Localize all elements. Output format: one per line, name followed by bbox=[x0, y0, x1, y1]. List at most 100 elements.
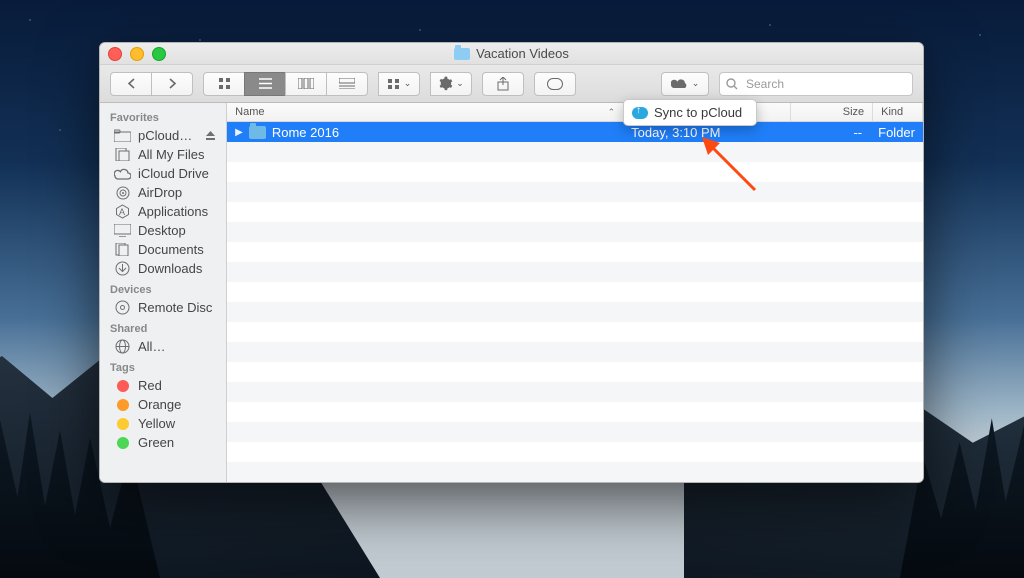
sidebar-item-favorites-5[interactable]: Desktop bbox=[100, 221, 226, 240]
icloud-icon bbox=[114, 167, 131, 181]
sidebar-heading-favorites: Favorites bbox=[100, 106, 226, 126]
search-input[interactable] bbox=[744, 76, 906, 92]
titlebar[interactable]: Vacation Videos bbox=[100, 43, 923, 65]
pcloud-button[interactable]: ⌄ bbox=[661, 72, 709, 96]
view-list[interactable] bbox=[244, 72, 286, 96]
tag-icon bbox=[114, 398, 131, 412]
sidebar-item-label: pCloud… bbox=[138, 128, 192, 143]
sidebar-item-favorites-7[interactable]: Downloads bbox=[100, 259, 226, 278]
table-row bbox=[227, 442, 923, 462]
documents-icon bbox=[114, 243, 131, 257]
sidebar-item-label: Green bbox=[138, 435, 174, 450]
desktop-icon bbox=[114, 224, 131, 238]
sidebar: Favorites pCloud… All My Files iCloud Driv… bbox=[100, 103, 227, 482]
minimize-button[interactable] bbox=[130, 47, 144, 61]
table-row bbox=[227, 422, 923, 442]
sidebar-item-label: All My Files bbox=[138, 147, 204, 162]
table-row bbox=[227, 302, 923, 322]
search-icon bbox=[726, 78, 738, 90]
window-controls bbox=[108, 47, 166, 61]
sidebar-item-favorites-3[interactable]: AirDrop bbox=[100, 183, 226, 202]
col-kind[interactable]: Kind bbox=[873, 103, 923, 121]
close-button[interactable] bbox=[108, 47, 122, 61]
sidebar-item-label: Desktop bbox=[138, 223, 186, 238]
toolbar: ⌄ ⌄ ⌄ Sync to pCloud bbox=[100, 65, 923, 103]
table-row bbox=[227, 282, 923, 302]
sidebar-item-tags-1[interactable]: Orange bbox=[100, 395, 226, 414]
table-row bbox=[227, 322, 923, 342]
sidebar-item-label: Downloads bbox=[138, 261, 202, 276]
airdrop-icon bbox=[114, 186, 131, 200]
view-switcher bbox=[203, 72, 368, 96]
pcloud-dropdown-item[interactable]: Sync to pCloud bbox=[623, 99, 757, 126]
dropdown-label: Sync to pCloud bbox=[654, 105, 742, 120]
sidebar-heading-tags: Tags bbox=[100, 356, 226, 376]
table-row bbox=[227, 462, 923, 482]
tag-icon bbox=[114, 436, 131, 450]
col-size[interactable]: Size bbox=[791, 103, 873, 121]
view-icon-grid[interactable] bbox=[203, 72, 245, 96]
sidebar-item-tags-0[interactable]: Red bbox=[100, 376, 226, 395]
tag-icon bbox=[114, 417, 131, 431]
sidebar-item-favorites-0[interactable]: pCloud… bbox=[100, 126, 226, 145]
sidebar-item-label: All… bbox=[138, 339, 165, 354]
apps-icon: A bbox=[114, 205, 131, 219]
sidebar-item-label: Remote Disc bbox=[138, 300, 212, 315]
back-button[interactable] bbox=[110, 72, 152, 96]
svg-text:A: A bbox=[119, 207, 125, 217]
table-row[interactable]: ▶Rome 2016Today, 3:10 PM--Folder bbox=[227, 122, 923, 142]
table-row bbox=[227, 202, 923, 222]
table-row bbox=[227, 262, 923, 282]
sidebar-item-shared-0[interactable]: All… bbox=[100, 337, 226, 356]
action-menu[interactable]: ⌄ bbox=[430, 72, 472, 96]
sidebar-item-favorites-6[interactable]: Documents bbox=[100, 240, 226, 259]
table-row bbox=[227, 222, 923, 242]
cell-kind: Folder bbox=[870, 125, 923, 140]
sidebar-item-label: Red bbox=[138, 378, 162, 393]
forward-button[interactable] bbox=[151, 72, 193, 96]
disclosure-icon[interactable]: ▶ bbox=[235, 127, 243, 138]
sidebar-item-tags-2[interactable]: Yellow bbox=[100, 414, 226, 433]
table-row bbox=[227, 402, 923, 422]
folder-icon bbox=[249, 126, 266, 139]
tags-button[interactable] bbox=[534, 72, 576, 96]
sidebar-item-label: Documents bbox=[138, 242, 204, 257]
view-coverflow[interactable] bbox=[326, 72, 368, 96]
tag-icon bbox=[114, 379, 131, 393]
table-row bbox=[227, 162, 923, 182]
table-row bbox=[227, 182, 923, 202]
sidebar-item-favorites-2[interactable]: iCloud Drive bbox=[100, 164, 226, 183]
cell-name: ▶ Rome 2016 bbox=[227, 125, 623, 140]
sidebar-item-favorites-1[interactable]: All My Files bbox=[100, 145, 226, 164]
column-headers: Name⌃ Date Modified Size Kind bbox=[227, 103, 923, 122]
allfiles-icon bbox=[114, 148, 131, 162]
sidebar-item-tags-3[interactable]: Green bbox=[100, 433, 226, 452]
globe-icon bbox=[114, 340, 131, 354]
disc-icon bbox=[114, 301, 131, 315]
sidebar-item-favorites-4[interactable]: AApplications bbox=[100, 202, 226, 221]
cell-date: Today, 3:10 PM bbox=[623, 125, 789, 140]
downloads-icon bbox=[114, 262, 131, 276]
search-field[interactable] bbox=[719, 72, 913, 96]
file-list: Name⌃ Date Modified Size Kind ▶ Rome 2016… bbox=[227, 103, 923, 482]
file-name: Rome 2016 bbox=[272, 125, 339, 140]
sidebar-item-label: iCloud Drive bbox=[138, 166, 209, 181]
sidebar-item-label: Orange bbox=[138, 397, 181, 412]
folder-icon bbox=[114, 129, 131, 143]
sidebar-heading-shared: Shared bbox=[100, 317, 226, 337]
view-columns[interactable] bbox=[285, 72, 327, 96]
table-row bbox=[227, 382, 923, 402]
sidebar-item-devices-0[interactable]: Remote Disc bbox=[100, 298, 226, 317]
zoom-button[interactable] bbox=[152, 47, 166, 61]
table-row bbox=[227, 342, 923, 362]
table-row bbox=[227, 362, 923, 382]
eject-icon[interactable] bbox=[205, 130, 216, 141]
arrange-menu[interactable]: ⌄ bbox=[378, 72, 420, 96]
folder-icon bbox=[454, 48, 470, 60]
window-title: Vacation Videos bbox=[476, 46, 569, 61]
col-name[interactable]: Name⌃ bbox=[227, 103, 624, 121]
nav-buttons bbox=[110, 72, 193, 96]
table-row bbox=[227, 142, 923, 162]
finder-window: Vacation Videos bbox=[99, 42, 924, 483]
share-button[interactable] bbox=[482, 72, 524, 96]
